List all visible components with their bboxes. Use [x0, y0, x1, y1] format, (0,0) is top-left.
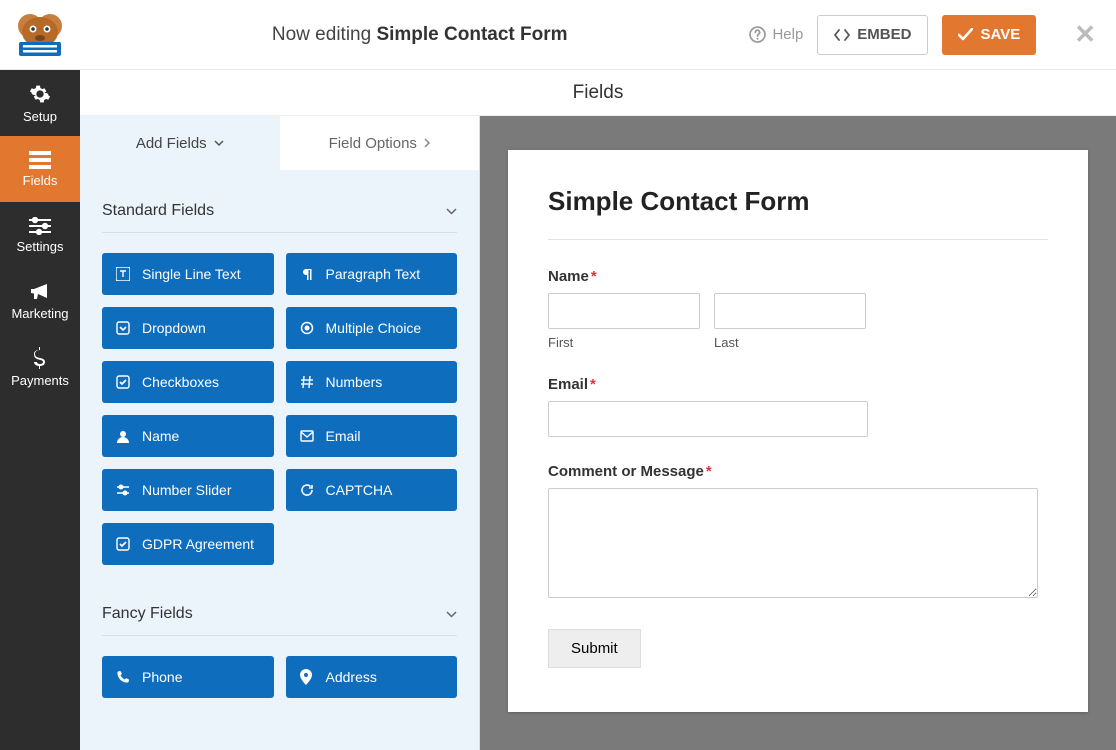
first-sublabel: First — [548, 335, 700, 350]
help-icon — [749, 26, 766, 43]
group-standard-fields[interactable]: Standard Fields — [102, 188, 457, 233]
text-icon — [116, 267, 132, 281]
sidebar-label: Fields — [23, 173, 58, 188]
field-single-line-text[interactable]: Single Line Text — [102, 253, 274, 295]
radio-icon — [300, 321, 316, 335]
sidebar-label: Marketing — [11, 306, 68, 321]
field-label: Checkboxes — [142, 374, 219, 390]
check-sq-icon — [116, 537, 132, 551]
field-label: Single Line Text — [142, 266, 241, 282]
sidebar-item-setup[interactable]: Setup — [0, 70, 80, 136]
field-label: Phone — [142, 669, 182, 685]
comment-label: Comment or Message* — [548, 463, 1048, 480]
user-icon — [116, 429, 132, 443]
top-bar: Now editing Simple Contact Form Help EMB… — [0, 0, 1116, 70]
last-name-input[interactable] — [714, 293, 866, 329]
field-label: Email — [326, 428, 361, 444]
field-multiple-choice[interactable]: Multiple Choice — [286, 307, 458, 349]
submit-button[interactable]: Submit — [548, 629, 641, 668]
list-icon — [29, 151, 51, 169]
field-numbers[interactable]: Numbers — [286, 361, 458, 403]
sidebar-label: Settings — [17, 239, 64, 254]
sidebar-item-settings[interactable]: Settings — [0, 202, 80, 268]
bullhorn-icon — [29, 282, 51, 302]
sidebar-item-marketing[interactable]: Marketing — [0, 268, 80, 334]
sidebar-item-payments[interactable]: Payments — [0, 334, 80, 400]
left-sidebar: Setup Fields Settings Marketing Payments — [0, 70, 80, 750]
editing-title: Now editing Simple Contact Form — [90, 24, 749, 46]
dollar-icon — [33, 347, 47, 369]
field-label: GDPR Agreement — [142, 536, 254, 552]
section-title: Fields — [80, 70, 1116, 116]
field-number-slider[interactable]: Number Slider — [102, 469, 274, 511]
last-sublabel: Last — [714, 335, 866, 350]
sidebar-label: Payments — [11, 373, 69, 388]
field-label: Numbers — [326, 374, 383, 390]
field-label: Multiple Choice — [326, 320, 422, 336]
sidebar-item-fields[interactable]: Fields — [0, 136, 80, 202]
chevron-down-icon — [446, 208, 457, 215]
caret-sq-icon — [116, 321, 132, 335]
app-logo — [10, 10, 70, 60]
field-gdpr-agreement[interactable]: GDPR Agreement — [102, 523, 274, 565]
sliders-h-icon — [116, 483, 132, 497]
code-icon — [834, 28, 850, 42]
email-input[interactable] — [548, 401, 868, 437]
field-captcha[interactable]: CAPTCHA — [286, 469, 458, 511]
chevron-down-icon — [214, 140, 224, 146]
gear-icon — [29, 83, 51, 105]
sliders-icon — [29, 217, 51, 235]
check-sq-icon — [116, 375, 132, 389]
hash-icon — [300, 375, 316, 389]
fields-panel: Add Fields Field Options Standard Fields… — [80, 116, 480, 750]
sidebar-label: Setup — [23, 109, 57, 124]
envelope-icon — [300, 430, 316, 442]
field-dropdown[interactable]: Dropdown — [102, 307, 274, 349]
tab-add-fields[interactable]: Add Fields — [80, 116, 280, 170]
field-checkboxes[interactable]: Checkboxes — [102, 361, 274, 403]
field-address[interactable]: Address — [286, 656, 458, 698]
phone-icon — [116, 670, 132, 684]
field-label: CAPTCHA — [326, 482, 393, 498]
email-label: Email* — [548, 376, 1048, 393]
refresh-icon — [300, 483, 316, 497]
comment-textarea[interactable] — [548, 488, 1038, 598]
chevron-right-icon — [424, 138, 430, 148]
paragraph-icon — [300, 267, 316, 281]
first-name-input[interactable] — [548, 293, 700, 329]
close-button[interactable]: ✕ — [1074, 19, 1096, 50]
field-label: Dropdown — [142, 320, 206, 336]
field-label: Name — [142, 428, 179, 444]
tab-field-options[interactable]: Field Options — [280, 116, 480, 170]
form-title: Simple Contact Form — [548, 186, 1048, 240]
embed-button[interactable]: EMBED — [817, 15, 928, 55]
marker-icon — [300, 669, 316, 685]
form-preview-area: Simple Contact Form Name* First Last — [480, 116, 1116, 750]
form-card: Simple Contact Form Name* First Last — [508, 150, 1088, 712]
help-link[interactable]: Help — [749, 26, 803, 43]
check-icon — [958, 28, 973, 41]
field-label: Number Slider — [142, 482, 231, 498]
chevron-down-icon — [446, 611, 457, 618]
field-paragraph-text[interactable]: Paragraph Text — [286, 253, 458, 295]
save-button[interactable]: SAVE — [942, 15, 1036, 55]
field-email[interactable]: Email — [286, 415, 458, 457]
field-label: Paragraph Text — [326, 266, 421, 282]
field-label: Address — [326, 669, 377, 685]
field-phone[interactable]: Phone — [102, 656, 274, 698]
group-fancy-fields[interactable]: Fancy Fields — [102, 591, 457, 636]
field-name[interactable]: Name — [102, 415, 274, 457]
name-label: Name* — [548, 268, 1048, 285]
